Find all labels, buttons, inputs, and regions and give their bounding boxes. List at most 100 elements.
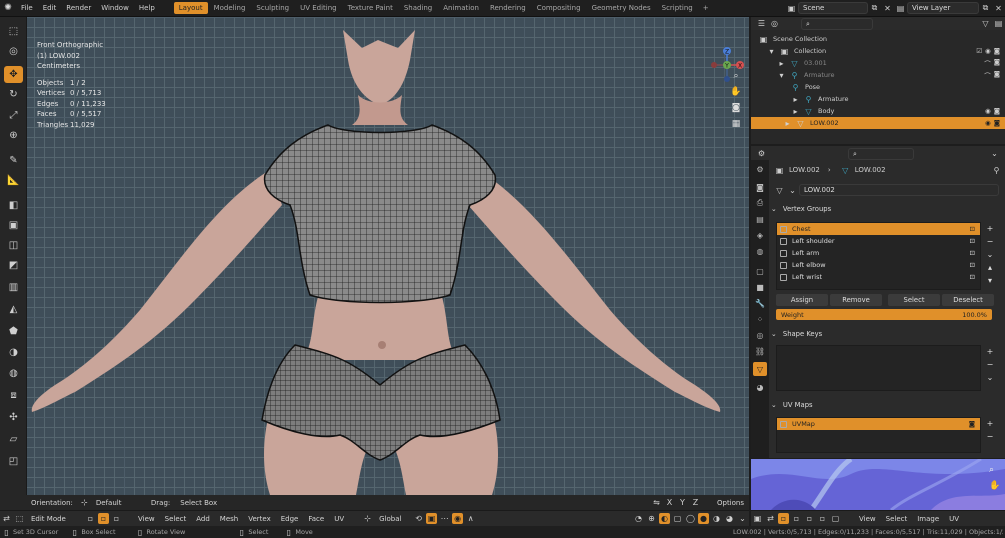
collection-tab-icon[interactable]: ▢ xyxy=(753,264,767,278)
close-icon[interactable]: ✕ xyxy=(882,3,893,14)
lock-icon[interactable]: ⊡ xyxy=(970,273,975,281)
display-mode-icon[interactable]: ◎ xyxy=(769,18,780,29)
spin-tool-icon[interactable]: ◑ xyxy=(4,344,23,361)
island-select-icon[interactable]: ▫ xyxy=(817,513,828,524)
loop-cut-tool-icon[interactable]: ▥ xyxy=(4,279,23,296)
workspace-tab-shading[interactable]: Shading xyxy=(399,2,437,14)
menu-window[interactable]: Window xyxy=(96,4,134,12)
menu-edit[interactable]: Edit xyxy=(38,4,62,12)
menu-vertex[interactable]: Vertex xyxy=(243,515,276,523)
axis-y-toggle[interactable]: Y xyxy=(677,497,688,508)
scale-tool-icon[interactable]: ⤢ xyxy=(4,107,23,124)
solid-shading-icon[interactable]: ● xyxy=(698,513,709,524)
outliner-row-body[interactable]: ▸ ▽ Body ◉ ◙ xyxy=(751,105,1005,117)
filter-icon[interactable]: ▽ xyxy=(980,18,991,29)
copy-icon[interactable]: ⧉ xyxy=(980,3,991,14)
poly-build-tool-icon[interactable]: ⬟ xyxy=(4,323,23,340)
vertex-group-item[interactable]: Left elbow ⊡ xyxy=(777,259,980,271)
menu-view[interactable]: View xyxy=(133,515,160,523)
workspace-tab-sculpting[interactable]: Sculpting xyxy=(251,2,294,14)
tool-tab-icon[interactable]: ⚙ xyxy=(753,162,767,176)
expand-icon[interactable]: ▸ xyxy=(782,118,793,129)
proportional-edit-icon[interactable]: ◉ xyxy=(452,513,464,524)
workspace-tab-layout[interactable]: Layout xyxy=(173,2,208,14)
uv-menu-view[interactable]: View xyxy=(854,515,881,523)
eye-icon[interactable]: ◉ xyxy=(985,47,991,55)
add-cube-tool-icon[interactable]: ◧ xyxy=(4,197,23,214)
modifier-tab-icon[interactable]: 🔧 xyxy=(753,296,767,310)
outliner-row-armature[interactable]: ▾ ⚲ Armature ⌒ ◙ xyxy=(751,69,1005,81)
xray-toggle-icon[interactable]: ▢ xyxy=(672,513,683,524)
scene-tab-icon[interactable]: ◈ xyxy=(753,228,767,242)
workspace-tab-animation[interactable]: Animation xyxy=(438,2,484,14)
camera-icon[interactable]: ◙ xyxy=(994,47,1000,55)
view-layer-selector[interactable]: View Layer xyxy=(907,2,979,14)
workspace-tab-uv-editing[interactable]: UV Editing xyxy=(295,2,342,14)
vertex-group-item[interactable]: Left arm ⊡ xyxy=(777,247,980,259)
copy-icon[interactable]: ⧉ xyxy=(869,3,880,14)
uv-map-item[interactable]: UVMap ◙ xyxy=(777,418,980,430)
edge-slide-tool-icon[interactable]: ⧈ xyxy=(4,387,23,404)
outliner-row-collection[interactable]: ▾ ▣ Collection ☑ ◉ ◙ xyxy=(751,45,1005,57)
scene-selector[interactable]: Scene xyxy=(798,2,868,14)
visibility-icon[interactable]: ◔ xyxy=(633,513,644,524)
perspective-grid-icon[interactable]: ▦ xyxy=(729,117,743,131)
uv-sync-icon[interactable]: ⇄ xyxy=(765,513,776,524)
rip-tool-icon[interactable]: ◰ xyxy=(4,453,23,470)
menu-face[interactable]: Face xyxy=(303,515,329,523)
vertex-select-icon[interactable]: ▫ xyxy=(85,513,96,524)
properties-search-input[interactable]: ⌕ xyxy=(848,147,914,160)
uv-image-editor[interactable]: ⌕ ✋ xyxy=(751,459,1005,510)
expand-icon[interactable]: ▸ xyxy=(790,94,801,105)
menu-help[interactable]: Help xyxy=(134,4,160,12)
remove-icon[interactable]: − xyxy=(985,235,995,248)
outliner-row-low-002[interactable]: ▸ ▽ LOW.002 ◉ ◙ xyxy=(751,117,1005,129)
snap-icon[interactable]: ▣ xyxy=(426,513,438,524)
output-tab-icon[interactable]: ⎙ xyxy=(753,196,767,210)
material-shading-icon[interactable]: ◑ xyxy=(711,513,722,524)
menu-uv[interactable]: UV xyxy=(329,515,349,523)
weight-slider[interactable]: Weight 100.0% xyxy=(776,309,992,320)
select-button[interactable]: Select xyxy=(888,294,940,306)
add-icon[interactable]: + xyxy=(985,222,995,235)
camera-icon[interactable]: ◙ xyxy=(994,58,1000,68)
deselect-button[interactable]: Deselect xyxy=(942,294,994,306)
assign-button[interactable]: Assign xyxy=(776,294,828,306)
expand-icon[interactable]: ▾ xyxy=(776,70,787,81)
workspace-tab-texture-paint[interactable]: Texture Paint xyxy=(343,2,398,14)
measure-tool-icon[interactable]: 📐 xyxy=(4,172,23,189)
vertex-select-icon[interactable]: ▫ xyxy=(778,513,789,524)
outliner-row-03-001[interactable]: ▸ ▽ 03.001 ⌒ ◙ xyxy=(751,57,1005,69)
lock-icon[interactable]: ⊡ xyxy=(970,261,975,269)
annotate-tool-icon[interactable]: ✎ xyxy=(4,152,23,169)
orientation-dropdown[interactable]: Default xyxy=(91,499,146,507)
face-select-icon[interactable]: ▫ xyxy=(804,513,815,524)
uv-menu-image[interactable]: Image xyxy=(912,515,944,523)
checkbox-icon[interactable]: ☑ xyxy=(976,47,982,55)
knife-tool-icon[interactable]: ◭ xyxy=(4,301,23,318)
editor-type-icon[interactable]: ⇄ xyxy=(1,513,12,524)
drag-dropdown[interactable]: Select Box xyxy=(175,499,235,507)
menu-edge[interactable]: Edge xyxy=(276,515,304,523)
workspace-tab-compositing[interactable]: Compositing xyxy=(532,2,586,14)
smooth-tool-icon[interactable]: ◍ xyxy=(4,365,23,382)
remove-icon[interactable]: − xyxy=(985,430,995,443)
shear-tool-icon[interactable]: ▱ xyxy=(4,431,23,448)
pivot-icon[interactable]: ⟲ xyxy=(413,513,424,524)
camera-icon[interactable]: ◙ xyxy=(994,70,1000,80)
camera-icon[interactable]: ◙ xyxy=(969,420,975,428)
pin-icon[interactable]: ⚲ xyxy=(991,165,1002,176)
camera-icon[interactable]: ◙ xyxy=(729,101,743,115)
pan-hand-icon[interactable]: ✋ xyxy=(729,85,743,99)
extrude-tool-icon[interactable]: ▣ xyxy=(4,217,23,234)
expand-icon[interactable]: ▾ xyxy=(766,46,777,57)
gizmo-toggle-icon[interactable]: ⊕ xyxy=(646,513,657,524)
move-down-icon[interactable]: ▾ xyxy=(985,274,995,287)
pan-hand-icon[interactable]: ✋ xyxy=(989,481,1000,491)
mode-dropdown[interactable]: Edit Mode xyxy=(26,515,84,523)
chevron-down-icon[interactable]: ⌄ xyxy=(989,148,1000,159)
move-tool-icon[interactable]: ✥ xyxy=(4,66,23,83)
outliner-row-armature-data[interactable]: ▸ ⚲ Armature xyxy=(751,93,1005,105)
vertex-group-item[interactable]: Chest ⊡ xyxy=(777,223,980,235)
transform-orientation-dropdown[interactable]: Global xyxy=(374,515,412,523)
